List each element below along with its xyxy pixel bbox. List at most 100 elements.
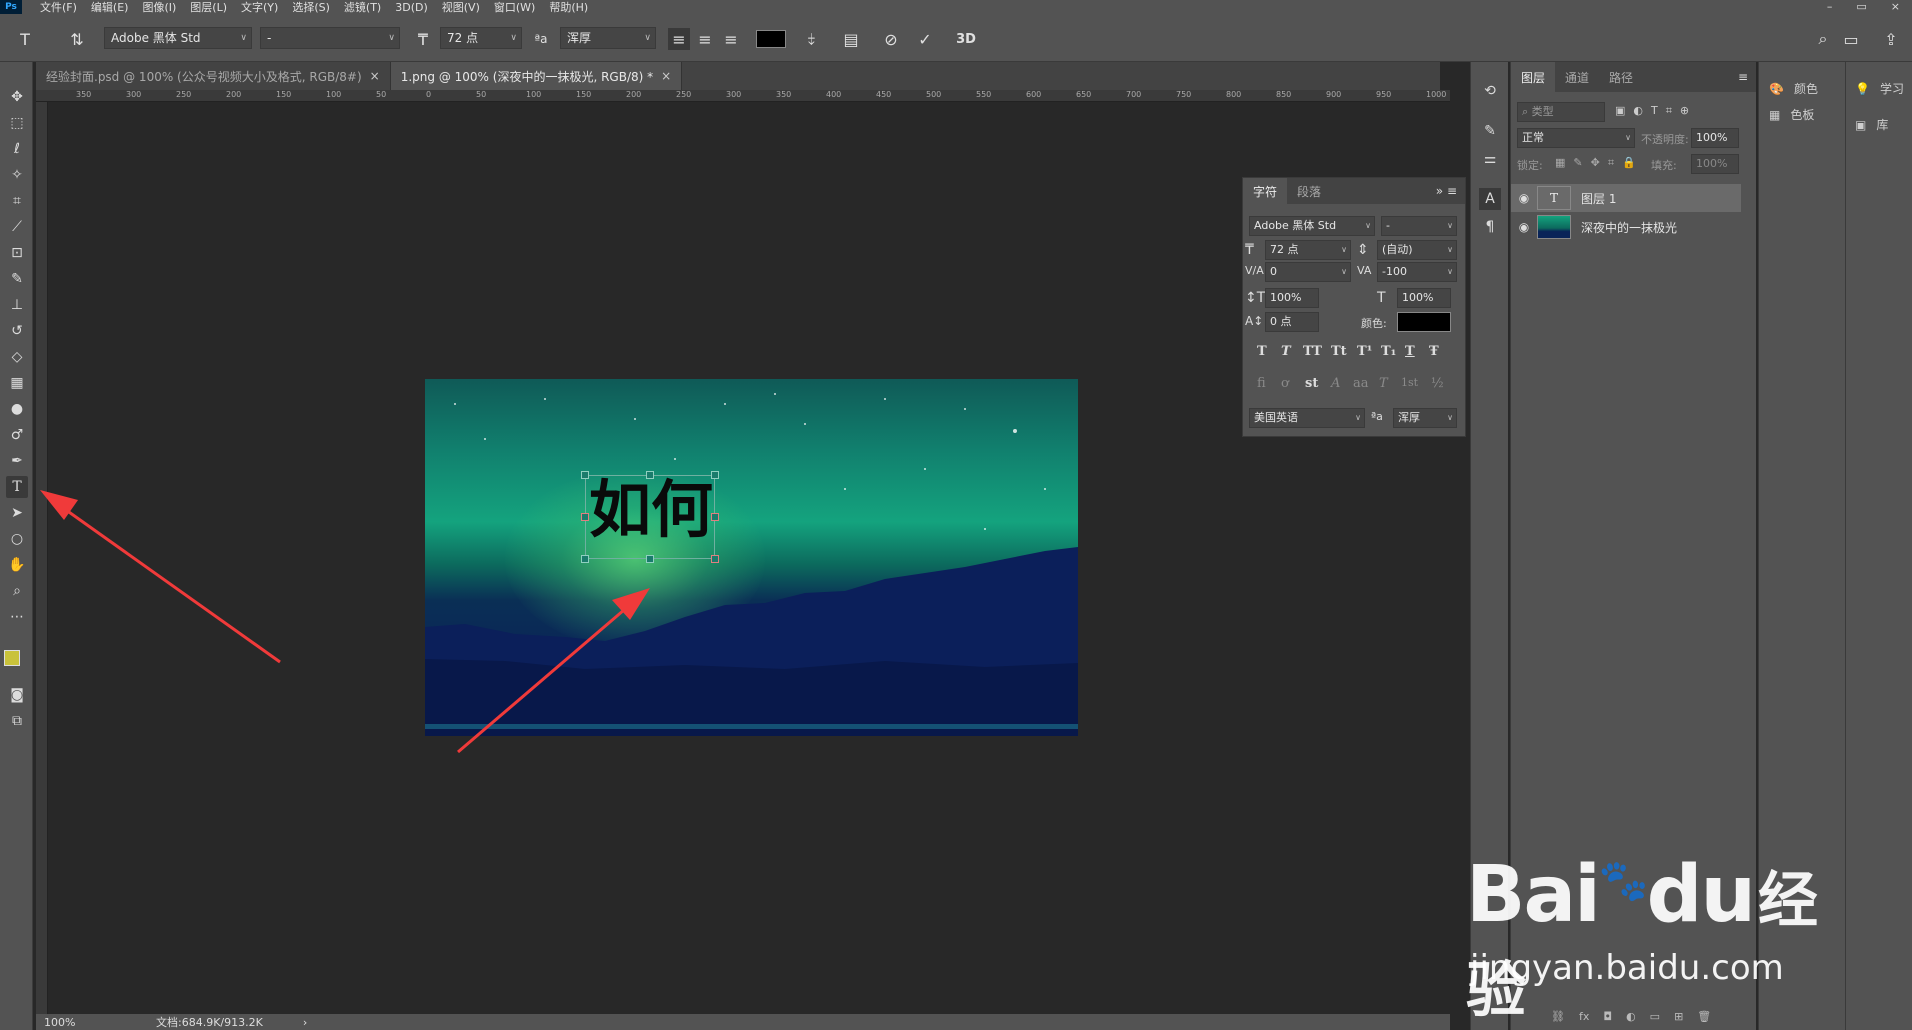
layer-row-text[interactable]: ◉ T 图层 1 xyxy=(1511,184,1741,212)
type-tool-icon[interactable]: T xyxy=(6,476,28,498)
handle-top-left[interactable] xyxy=(581,471,589,479)
discretionary-ligatures-button[interactable]: st xyxy=(1305,376,1318,391)
history-brush-tool-icon[interactable]: ↺ xyxy=(6,320,28,342)
quick-mask-icon[interactable]: ◙ xyxy=(6,684,28,706)
char-kerning-select[interactable]: 0 ∨ xyxy=(1265,262,1351,282)
layer-name[interactable]: 深夜中的一抹极光 xyxy=(1581,219,1677,236)
blend-mode-select[interactable]: 正常 ∨ xyxy=(1517,128,1635,148)
menu-type[interactable]: 文字(Y) xyxy=(241,0,278,15)
paragraph-panel-icon[interactable]: ¶ xyxy=(1479,216,1501,238)
close-icon[interactable]: × xyxy=(370,69,380,83)
strikethrough-button[interactable]: Ŧ xyxy=(1429,344,1439,359)
layer-name[interactable]: 图层 1 xyxy=(1581,190,1616,207)
font-family-select[interactable]: Adobe 黑体 Std ∨ xyxy=(104,27,252,49)
subscript-button[interactable]: T₁ xyxy=(1381,344,1396,359)
char-size-select[interactable]: 72 点 ∨ xyxy=(1265,240,1351,260)
ligatures-button[interactable]: fi xyxy=(1257,376,1266,391)
foreground-color-swatch[interactable] xyxy=(4,650,20,666)
font-style-select[interactable]: - ∨ xyxy=(260,27,400,49)
lasso-tool-icon[interactable]: ℓ xyxy=(6,138,28,160)
char-baseline-input[interactable]: 0 点 xyxy=(1265,312,1319,332)
char-color-swatch[interactable] xyxy=(1397,312,1451,332)
faux-italic-button[interactable]: T xyxy=(1281,344,1291,359)
hand-tool-icon[interactable]: ✋ xyxy=(6,554,28,576)
minimize-button[interactable]: – xyxy=(1827,0,1833,14)
handle-top-center[interactable] xyxy=(646,471,654,479)
tab-document-1[interactable]: 经验封面.psd @ 100% (公众号视频大小及格式, RGB/8#) × xyxy=(36,62,391,90)
canvas-text-layer[interactable]: 如何 xyxy=(589,469,713,551)
eraser-tool-icon[interactable]: ◇ xyxy=(6,346,28,368)
menu-image[interactable]: 图像(I) xyxy=(142,0,176,15)
ordinals-button[interactable]: 1st xyxy=(1401,376,1418,389)
stamp-tool-icon[interactable]: ⊥ xyxy=(6,294,28,316)
tab-paths[interactable]: 路径 xyxy=(1599,62,1643,92)
color-panel-button[interactable]: 🎨 颜色 xyxy=(1769,80,1818,97)
dodge-tool-icon[interactable]: ♂ xyxy=(6,424,28,446)
char-font-style-select[interactable]: - ∨ xyxy=(1381,216,1457,236)
char-leading-select[interactable]: (自动) ∨ xyxy=(1377,240,1457,260)
align-left-icon[interactable]: ≡ xyxy=(668,28,690,50)
stylistic-alternates-button[interactable]: aa xyxy=(1353,376,1369,391)
3d-button[interactable]: 3D xyxy=(952,28,980,50)
character-panel-icon[interactable]: A xyxy=(1479,188,1501,210)
opacity-input[interactable]: 100% xyxy=(1691,128,1739,148)
share-icon[interactable]: ⇪ xyxy=(1880,28,1902,50)
gradient-tool-icon[interactable]: ▦ xyxy=(6,372,28,394)
handle-bottom-center[interactable] xyxy=(646,555,654,563)
menu-select[interactable]: 选择(S) xyxy=(292,0,330,15)
superscript-button[interactable]: T¹ xyxy=(1357,344,1372,359)
char-hscale-input[interactable]: 100% xyxy=(1397,288,1451,308)
panel-menu-icon[interactable]: » ≡ xyxy=(1428,178,1465,204)
lock-icons[interactable]: ▦✎✥⌗🔒 xyxy=(1555,156,1644,170)
menu-edit[interactable]: 编辑(E) xyxy=(91,0,129,15)
brush-settings-icon[interactable]: ✎ xyxy=(1479,120,1501,142)
history-panel-icon[interactable]: ⟲ xyxy=(1479,80,1501,102)
menu-layer[interactable]: 图层(L) xyxy=(190,0,227,15)
text-color-swatch[interactable] xyxy=(756,30,786,48)
tab-paragraph[interactable]: 段落 xyxy=(1287,178,1331,204)
fill-input[interactable]: 100% xyxy=(1691,154,1739,174)
tab-character[interactable]: 字符 xyxy=(1243,178,1288,204)
panel-menu-icon[interactable]: ≡ xyxy=(1730,62,1756,92)
eyedropper-tool-icon[interactable]: ⟋ xyxy=(6,216,28,238)
cancel-edit-icon[interactable]: ⊘ xyxy=(880,28,902,50)
antialias-select[interactable]: 浑厚 ∨ xyxy=(560,27,656,49)
maximize-button[interactable]: ▭ xyxy=(1856,0,1866,14)
layer-filter-icons[interactable]: ▣◐T⌗⊕ xyxy=(1615,104,1697,118)
handle-top-right[interactable] xyxy=(711,471,719,479)
handle-bottom-left[interactable] xyxy=(581,555,589,563)
shape-tool-icon[interactable]: ○ xyxy=(6,528,28,550)
font-size-select[interactable]: 72 点 ∨ xyxy=(440,27,522,49)
all-caps-button[interactable]: TT xyxy=(1303,344,1322,359)
menu-filter[interactable]: 滤镜(T) xyxy=(344,0,381,15)
zoom-tool-icon[interactable]: ⌕ xyxy=(6,580,28,602)
text-orientation-icon[interactable]: ⇅ xyxy=(66,28,88,50)
path-select-tool-icon[interactable]: ➤ xyxy=(6,502,28,524)
char-antialias-select[interactable]: 浑厚 ∨ xyxy=(1393,408,1457,428)
menu-help[interactable]: 帮助(H) xyxy=(549,0,588,15)
swash-button[interactable]: A xyxy=(1331,376,1340,391)
titling-alternates-button[interactable]: T xyxy=(1379,376,1388,391)
contextual-alternates-button[interactable]: ơ xyxy=(1281,376,1289,391)
screen-mode-icon[interactable]: ⧉ xyxy=(6,710,28,732)
tab-layers[interactable]: 图层 xyxy=(1511,62,1556,92)
pen-tool-icon[interactable]: ✒ xyxy=(6,450,28,472)
menu-3d[interactable]: 3D(D) xyxy=(395,1,428,14)
search-icon[interactable]: ⌕ xyxy=(1812,28,1834,50)
tab-document-2[interactable]: 1.png @ 100% (深夜中的一抹极光, RGB/8) * × xyxy=(390,62,683,90)
underline-button[interactable]: T xyxy=(1405,344,1415,359)
adjustments-icon[interactable]: ⚌ xyxy=(1479,148,1501,170)
small-caps-button[interactable]: Tt xyxy=(1331,344,1347,359)
magic-wand-tool-icon[interactable]: ✧ xyxy=(6,164,28,186)
blur-tool-icon[interactable]: ● xyxy=(6,398,28,420)
char-font-family-select[interactable]: Adobe 黑体 Std ∨ xyxy=(1249,216,1375,236)
align-right-icon[interactable]: ≡ xyxy=(720,28,742,50)
handle-bottom-right[interactable] xyxy=(711,555,719,563)
tab-channels[interactable]: 通道 xyxy=(1555,62,1599,92)
visibility-eye-icon[interactable]: ◉ xyxy=(1511,220,1537,234)
move-tool-icon[interactable]: ✥ xyxy=(6,86,28,108)
char-tracking-select[interactable]: -100 ∨ xyxy=(1377,262,1457,282)
status-menu-arrow[interactable]: › xyxy=(303,1016,307,1029)
more-tools-icon[interactable]: ⋯ xyxy=(6,606,28,628)
commit-edit-icon[interactable]: ✓ xyxy=(914,28,936,50)
